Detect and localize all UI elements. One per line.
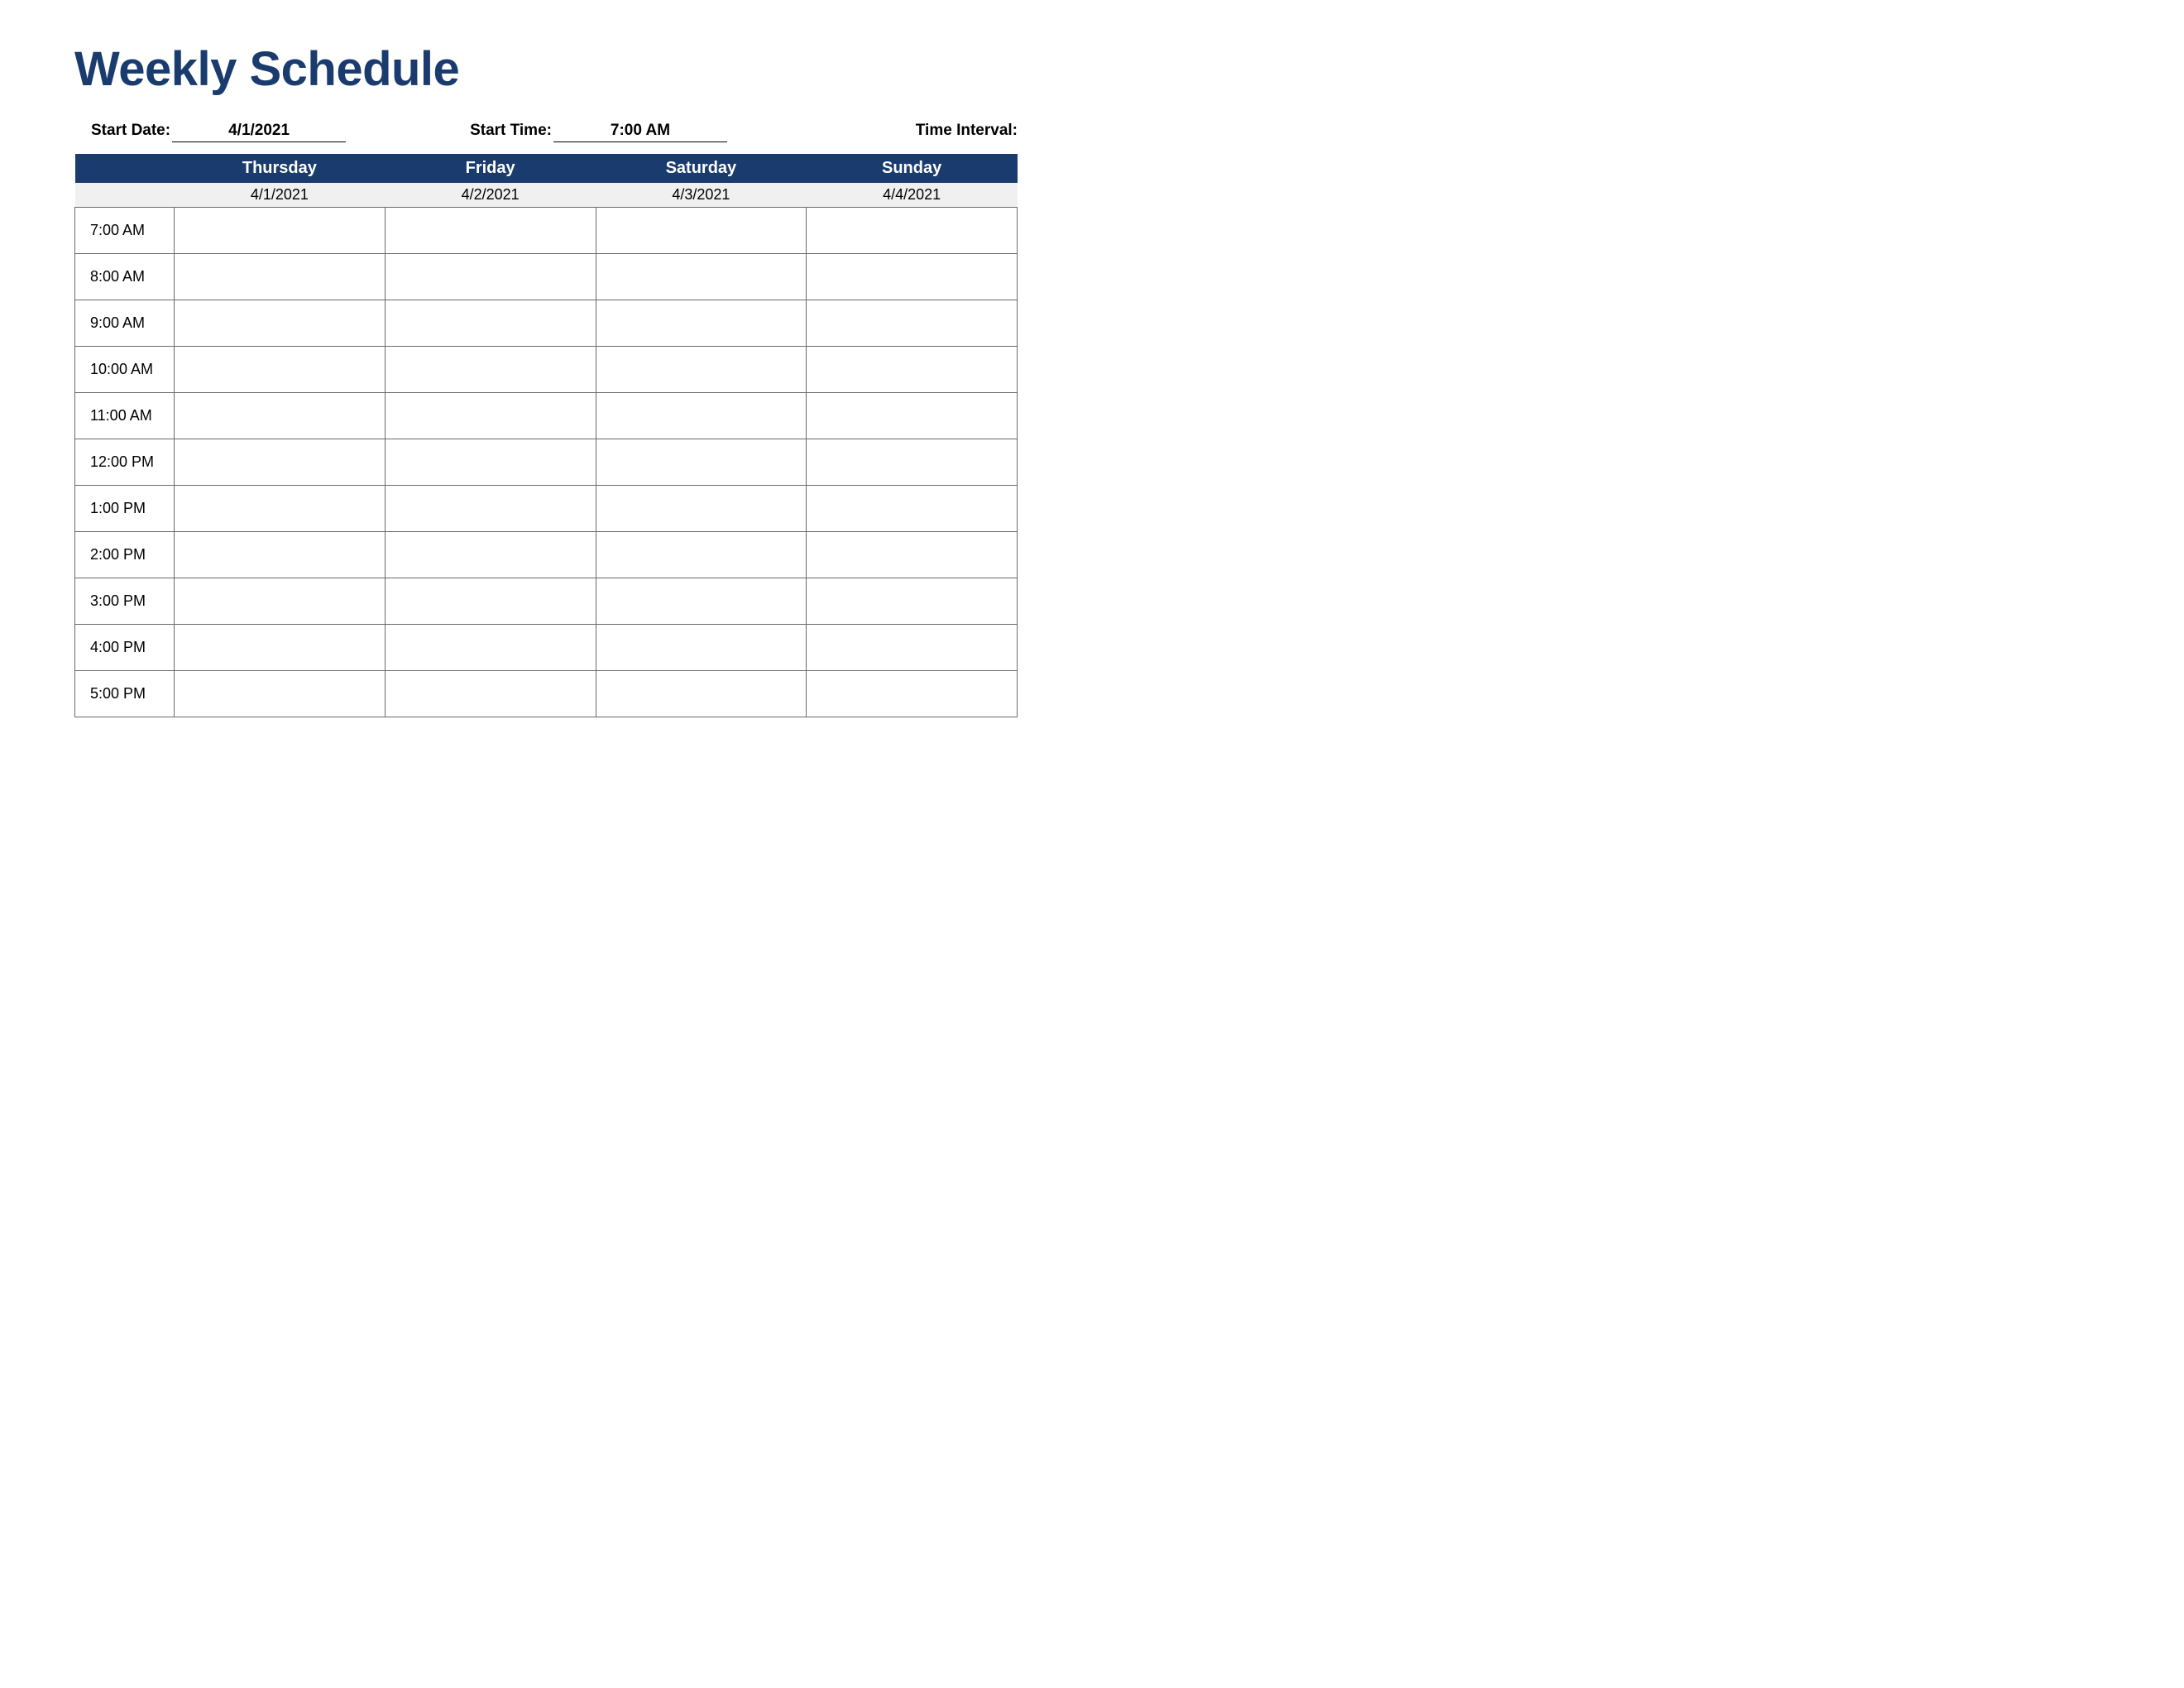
schedule-cell: [385, 532, 596, 578]
table-row: 3:00 PM: [75, 578, 1018, 625]
schedule-cell: [385, 671, 596, 717]
schedule-cell: [175, 300, 386, 347]
time-label: 12:00 PM: [75, 439, 175, 486]
schedule-cell: [807, 254, 1018, 300]
day-header: Sunday: [807, 154, 1018, 183]
header-blank-date: [75, 183, 175, 208]
schedule-cell: [175, 671, 386, 717]
schedule-cell: [596, 254, 807, 300]
table-row: 10:00 AM: [75, 347, 1018, 393]
schedule-cell: [175, 439, 386, 486]
schedule-cell: [807, 486, 1018, 532]
schedule-cell: [807, 300, 1018, 347]
schedule-cell: [385, 347, 596, 393]
schedule-cell: [807, 532, 1018, 578]
time-interval-label: Time Interval:: [916, 122, 1018, 140]
time-label: 8:00 AM: [75, 254, 175, 300]
schedule-cell: [807, 347, 1018, 393]
start-time-value: 7:00 AM: [553, 122, 727, 142]
schedule-cell: [596, 671, 807, 717]
schedule-cell: [807, 671, 1018, 717]
schedule-cell: [596, 208, 807, 254]
header-row-dates: 4/1/2021 4/2/2021 4/3/2021 4/4/2021: [75, 183, 1018, 208]
start-date-value: 4/1/2021: [172, 122, 346, 142]
schedule-cell: [385, 625, 596, 671]
schedule-cell: [175, 625, 386, 671]
table-row: 11:00 AM: [75, 393, 1018, 439]
schedule-cell: [807, 393, 1018, 439]
schedule-cell: [175, 393, 386, 439]
date-header: 4/2/2021: [385, 183, 596, 208]
schedule-cell: [385, 486, 596, 532]
start-time-group: Start Time: 7:00 AM: [470, 122, 727, 142]
date-header: 4/1/2021: [175, 183, 386, 208]
time-label: 2:00 PM: [75, 532, 175, 578]
schedule-cell: [175, 486, 386, 532]
date-header: 4/4/2021: [807, 183, 1018, 208]
weekly-schedule-document: Weekly Schedule Start Date: 4/1/2021 Sta…: [0, 0, 1092, 844]
schedule-cell: [807, 439, 1018, 486]
schedule-cell: [596, 347, 807, 393]
schedule-table: Thursday Friday Saturday Sunday 4/1/2021…: [74, 154, 1018, 717]
day-header: Saturday: [596, 154, 807, 183]
header-blank-time: [75, 154, 175, 183]
time-label: 9:00 AM: [75, 300, 175, 347]
time-label: 10:00 AM: [75, 347, 175, 393]
schedule-cell: [175, 208, 386, 254]
time-label: 7:00 AM: [75, 208, 175, 254]
table-row: 12:00 PM: [75, 439, 1018, 486]
schedule-cell: [385, 578, 596, 625]
time-label: 5:00 PM: [75, 671, 175, 717]
schedule-cell: [385, 208, 596, 254]
page-title: Weekly Schedule: [74, 41, 1018, 97]
day-header: Thursday: [175, 154, 386, 183]
schedule-cell: [596, 300, 807, 347]
table-row: 2:00 PM: [75, 532, 1018, 578]
schedule-cell: [807, 208, 1018, 254]
header-row-days: Thursday Friday Saturday Sunday: [75, 154, 1018, 183]
table-row: 9:00 AM: [75, 300, 1018, 347]
time-interval-group: Time Interval:: [916, 122, 1018, 140]
day-header: Friday: [385, 154, 596, 183]
schedule-cell: [807, 625, 1018, 671]
schedule-cell: [175, 347, 386, 393]
schedule-cell: [175, 578, 386, 625]
schedule-cell: [385, 300, 596, 347]
date-header: 4/3/2021: [596, 183, 807, 208]
time-label: 3:00 PM: [75, 578, 175, 625]
start-time-label: Start Time:: [470, 122, 552, 140]
time-label: 4:00 PM: [75, 625, 175, 671]
schedule-cell: [807, 578, 1018, 625]
schedule-cell: [385, 439, 596, 486]
table-row: 8:00 AM: [75, 254, 1018, 300]
start-date-label: Start Date:: [91, 122, 170, 140]
schedule-cell: [596, 532, 807, 578]
schedule-cell: [385, 393, 596, 439]
meta-row: Start Date: 4/1/2021 Start Time: 7:00 AM…: [91, 122, 1018, 142]
table-row: 5:00 PM: [75, 671, 1018, 717]
schedule-cell: [596, 439, 807, 486]
schedule-cell: [596, 393, 807, 439]
table-row: 4:00 PM: [75, 625, 1018, 671]
schedule-cell: [175, 254, 386, 300]
time-label: 1:00 PM: [75, 486, 175, 532]
time-label: 11:00 AM: [75, 393, 175, 439]
start-date-group: Start Date: 4/1/2021: [91, 122, 346, 142]
table-row: 7:00 AM: [75, 208, 1018, 254]
schedule-cell: [596, 625, 807, 671]
schedule-cell: [385, 254, 596, 300]
schedule-cell: [596, 578, 807, 625]
schedule-cell: [175, 532, 386, 578]
table-row: 1:00 PM: [75, 486, 1018, 532]
schedule-cell: [596, 486, 807, 532]
